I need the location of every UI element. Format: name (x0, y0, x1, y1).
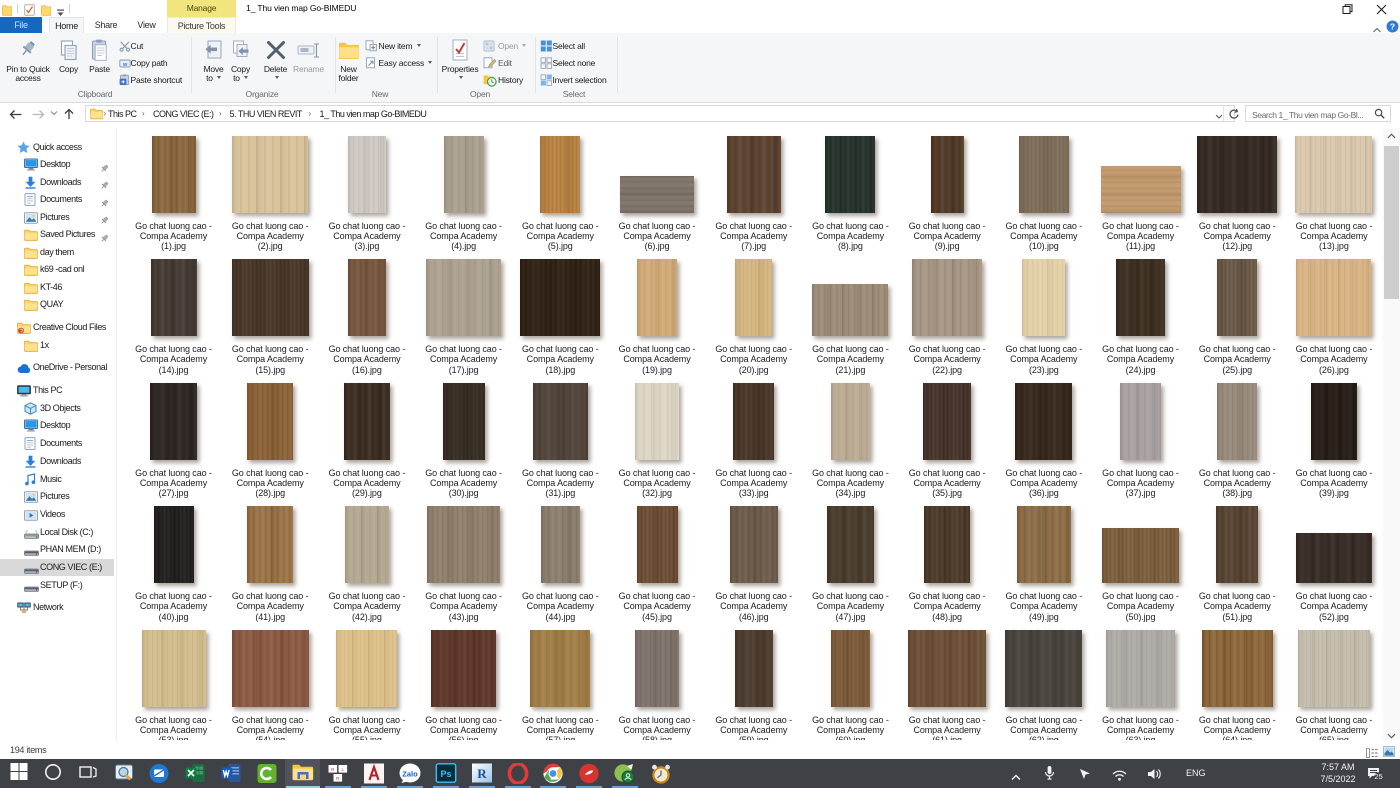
svg-text:L: L (342, 767, 345, 772)
svg-text:25: 25 (1374, 772, 1382, 781)
svg-text:R: R (477, 766, 487, 781)
svg-text:?: ? (1390, 22, 1395, 32)
svg-text:Ps: Ps (440, 769, 451, 779)
svg-text:Zalo: Zalo (402, 769, 418, 778)
